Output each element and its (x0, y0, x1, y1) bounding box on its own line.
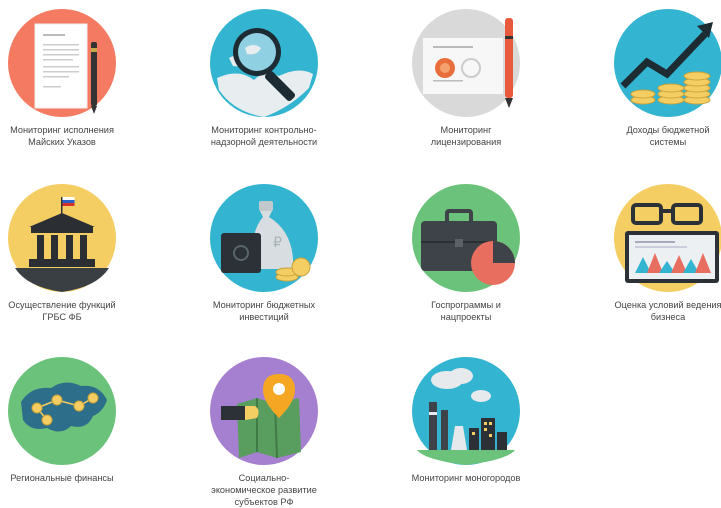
tile-label: Оценка условий ведения бизнеса (614, 300, 721, 322)
tile-grbs-functions[interactable]: Осуществление функций ГРБС ФБ (0, 183, 147, 323)
industrial-town-icon (412, 357, 520, 465)
coins-growth-icon (614, 9, 721, 117)
government-building-icon (8, 184, 116, 292)
tile-label: Социально- экономическое развитие субъек… (211, 473, 317, 507)
tile-socio-economic[interactable]: Социально- экономическое развитие субъек… (179, 356, 349, 508)
tile-label: Мониторинг контрольно- надзорной деятель… (210, 125, 318, 147)
svg-text:₽: ₽ (273, 235, 282, 251)
tile-business-conditions[interactable]: Оценка условий ведения бизнеса (583, 183, 721, 323)
tile-label: Осуществление функций ГРБС ФБ (8, 300, 116, 322)
glasses-laptop-icon (614, 184, 721, 292)
tile-label: Мониторинг лицензирования (430, 125, 502, 147)
briefcase-chart-icon (412, 184, 520, 292)
tile-label: Мониторинг бюджетных инвестиций (212, 300, 316, 322)
tile-licensing[interactable]: Мониторинг лицензирования (381, 8, 551, 148)
tile-state-programs[interactable]: Госпрограммы и нацпроекты (381, 183, 551, 323)
tile-budget-investments[interactable]: ₽ Мониторинг бюджетных инвестиций (179, 183, 349, 323)
tile-label: Мониторинг моногородов (411, 473, 521, 483)
tile-label: Мониторинг исполнения Майских Указов (10, 125, 114, 147)
tile-label: Региональные финансы (10, 473, 114, 483)
map-pin-handshake-icon (210, 357, 318, 465)
globe-magnifier-icon (210, 9, 318, 117)
certificate-seal-icon (412, 9, 520, 117)
tile-label: Госпрограммы и нацпроекты (431, 300, 501, 322)
document-pen-icon (8, 9, 116, 117)
tile-label: Доходы бюджетной системы (626, 125, 710, 147)
tile-control-supervision[interactable]: Мониторинг контрольно- надзорной деятель… (179, 8, 349, 148)
tile-budget-revenue[interactable]: Доходы бюджетной системы (583, 8, 721, 148)
tile-monotowns[interactable]: Мониторинг моногородов (381, 356, 551, 484)
tile-may-decrees[interactable]: Мониторинг исполнения Майских Указов (0, 8, 147, 148)
tile-regional-finance[interactable]: Региональные финансы (0, 356, 147, 484)
russia-map-coins-icon (8, 357, 116, 465)
money-bag-safe-icon: ₽ (210, 184, 318, 292)
